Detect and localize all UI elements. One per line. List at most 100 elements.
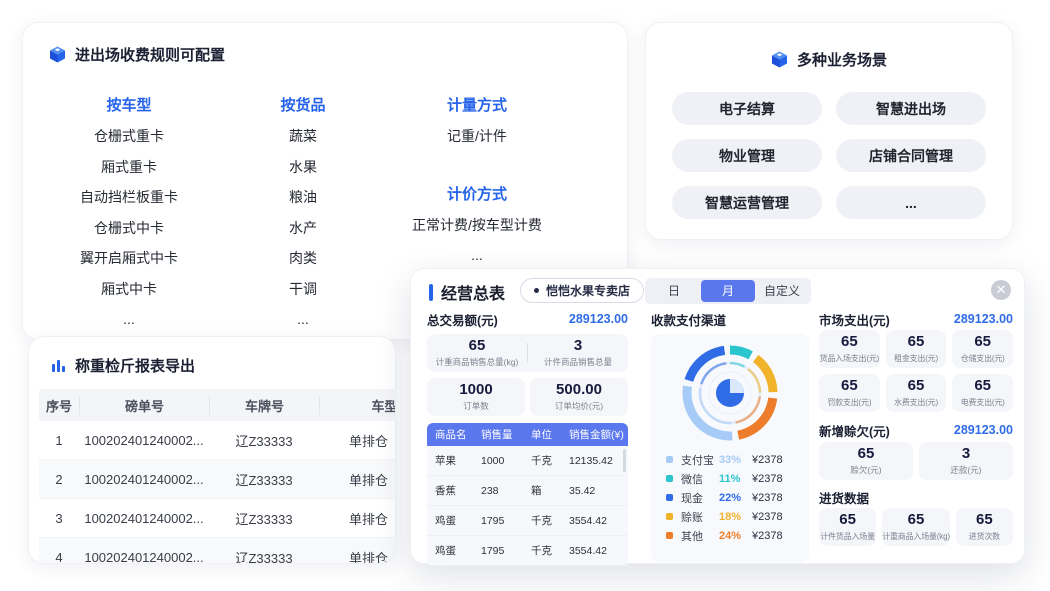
title-accent-bar — [429, 284, 433, 301]
table-row: 香蕉238箱35.42 — [427, 476, 628, 506]
legend-percent: 22% — [719, 492, 752, 504]
purchase-data-label: 进货数据 — [819, 488, 869, 507]
table-cell: 3554.42 — [561, 545, 628, 557]
scrollbar[interactable] — [623, 449, 626, 472]
table-cell: 单排仓 — [319, 548, 396, 565]
stat-value: 3 — [574, 338, 582, 354]
table-cell: 4 — [39, 550, 79, 565]
legend-marker — [666, 532, 673, 539]
legend-amount: ¥2378 — [752, 492, 783, 504]
cube-icon — [49, 46, 66, 63]
total-transactions-value: 289123.00 — [569, 312, 628, 326]
legend-marker — [666, 513, 673, 520]
vehicle-type-item: 自动挡栏板重卡 — [23, 182, 235, 213]
scenario-button[interactable]: 智慧运营管理 — [672, 186, 822, 219]
stat-label: 订单均价(元) — [555, 400, 603, 412]
table-cell: 1795 — [473, 545, 523, 557]
stat-value: 65 — [841, 378, 858, 394]
table-row: 4100202401240002...辽Z33333单排仓 — [39, 538, 396, 564]
column-header: 按车型 — [23, 91, 235, 121]
period-tabs: 日 月 自定义 — [645, 278, 811, 304]
scenarios-panel: 多种业务场景 电子结算智慧进出场物业管理店铺合同管理智慧运营管理... — [645, 22, 1013, 240]
column-header: 单位 — [523, 427, 561, 442]
stat-card: 3还款(元) — [919, 442, 1013, 480]
scenario-buttons: 电子结算智慧进出场物业管理店铺合同管理智慧运营管理... — [672, 92, 986, 219]
table-cell: 2 — [39, 472, 79, 487]
goods-column: 按货品 蔬菜水果粮油水产肉类干调... — [235, 91, 371, 335]
product-sales-table: 商品名销售量单位销售金额(¥) 苹果1000千克12135.42香蕉238箱35… — [427, 423, 628, 566]
method-group-header: 计量方式 — [371, 91, 583, 121]
column-header: 车型 — [319, 396, 396, 415]
scenario-button[interactable]: 物业管理 — [672, 139, 822, 172]
new-credit-label: 新增赊欠(元) — [819, 421, 890, 440]
dashboard-title: 经营总表 — [441, 280, 505, 304]
expenses-column: 市场支出(元) 289123.00 65货品入场支出(元)65租金支出(元)65… — [819, 312, 1013, 326]
table-cell: 3 — [39, 511, 79, 526]
stat-label: 货品入场支出(元) — [820, 353, 880, 364]
column-header: 车牌号 — [209, 396, 319, 415]
table-cell: 辽Z33333 — [209, 548, 319, 565]
method-item: 记重/计件 — [371, 121, 583, 152]
store-name: 恺恺水果专卖店 — [546, 282, 630, 299]
stat-label: 进货次数 — [969, 531, 1000, 542]
stat-value: 65 — [974, 378, 991, 394]
vehicle-type-item: 翼开启厢式中卡 — [23, 243, 235, 274]
stat-card: 65货品入场支出(元) — [819, 330, 880, 368]
stat-value: 65 — [974, 334, 991, 350]
legend-amount: ¥2378 — [752, 511, 783, 523]
goods-item: 水果 — [235, 152, 371, 183]
table-cell: 35.42 — [561, 485, 628, 497]
table-cell: 苹果 — [427, 453, 473, 468]
stat-value: 65 — [469, 338, 486, 354]
vehicle-type-item: 厢式重卡 — [23, 152, 235, 183]
table-body: 苹果1000千克12135.42香蕉238箱35.42鸡蛋1795千克3554.… — [427, 446, 628, 566]
table-cell: 12135.42 — [561, 455, 628, 467]
stat-card: 500.00订单均价(元) — [530, 378, 628, 416]
column-header: 磅单号 — [79, 396, 209, 415]
tab-day[interactable]: 日 — [647, 280, 701, 302]
stat-value: 1000 — [459, 382, 492, 398]
stat-card: 65 罚款支出(元) — [819, 374, 880, 412]
payment-chart-card: 支付宝33%¥2378微信11%¥2378现金22%¥2378赊账18%¥237… — [651, 334, 809, 562]
table-cell: 单排仓 — [319, 431, 396, 450]
tab-custom[interactable]: 自定义 — [755, 280, 809, 302]
table-row: 鸡蛋1795千克3554.42 — [427, 506, 628, 536]
table-cell: 100202401240002... — [79, 472, 209, 487]
stat-label: 计件商品销售总量 — [544, 356, 612, 368]
scenario-button[interactable]: ... — [836, 186, 986, 219]
scenario-button[interactable]: 智慧进出场 — [836, 92, 986, 125]
purchase-cards: 65计件货品入场量65计重商品入场量(kg)65进货次数 — [819, 508, 1013, 546]
goods-item: 肉类 — [235, 243, 371, 274]
legend-percent: 11% — [719, 473, 752, 485]
stat-label: 还款(元) — [950, 464, 981, 476]
tab-month[interactable]: 月 — [701, 280, 755, 302]
legend-amount: ¥2378 — [752, 530, 783, 542]
close-icon[interactable]: ✕ — [991, 280, 1011, 300]
stat-card: 65租金支出(元) — [886, 330, 947, 368]
store-selector[interactable]: 恺恺水果专卖店 — [520, 278, 644, 303]
goods-item: ... — [235, 304, 371, 335]
column-header: 商品名 — [427, 427, 473, 442]
market-expense-label: 市场支出(元) — [819, 310, 890, 329]
legend-percent: 33% — [719, 454, 752, 466]
table-cell: 100202401240002... — [79, 550, 209, 565]
vehicle-type-item: 仓栅式中卡 — [23, 213, 235, 244]
legend-name: 赊账 — [681, 509, 719, 525]
legend-name: 微信 — [681, 471, 719, 487]
column-header: 销售金额(¥) — [561, 427, 628, 442]
stat-card: 65赊欠(元) — [819, 442, 913, 480]
stat-label: 计重商品入场量(kg) — [882, 531, 950, 542]
legend-item: 支付宝33%¥2378 — [666, 450, 809, 469]
scenario-button[interactable]: 电子结算 — [672, 92, 822, 125]
method-item: 正常计费/按车型计费 — [371, 210, 583, 241]
stat-value: 65 — [908, 512, 925, 528]
stat-label: 罚款支出(元) — [827, 397, 871, 408]
table-row: 苹果1000千克12135.42 — [427, 446, 628, 476]
legend-name: 其他 — [681, 528, 719, 544]
scenario-button[interactable]: 店铺合同管理 — [836, 139, 986, 172]
table-cell: 辽Z33333 — [209, 470, 319, 489]
stat-label: 仓储支出(元) — [961, 353, 1005, 364]
donut-chart — [651, 334, 809, 445]
column-header: 按货品 — [235, 91, 371, 121]
panel-title: 称重检斤报表导出 — [75, 355, 195, 376]
